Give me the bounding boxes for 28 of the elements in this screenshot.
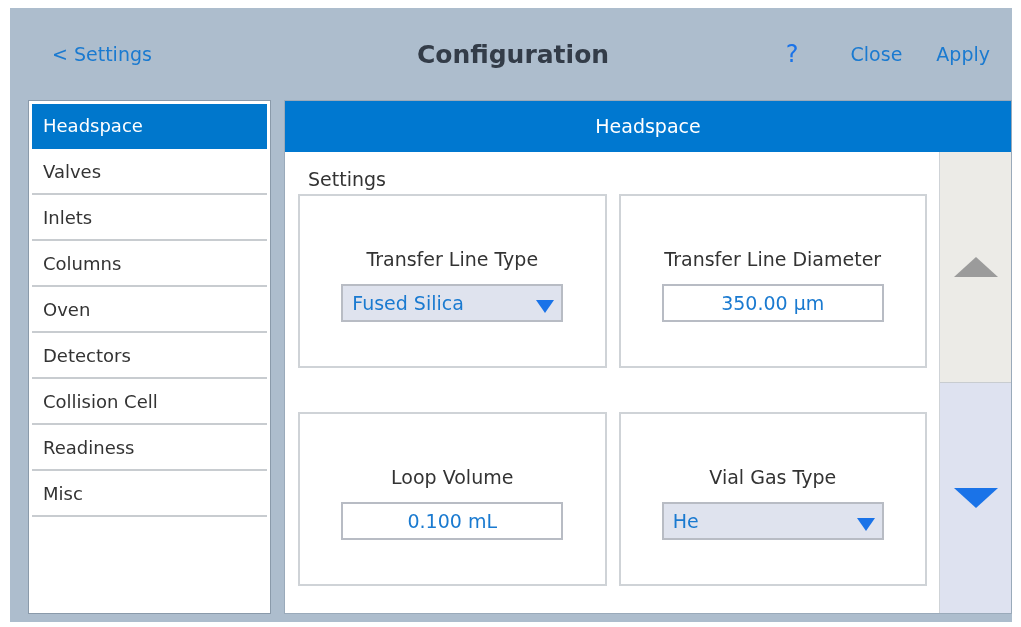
sidebar-item[interactable]: Detectors (32, 334, 267, 379)
sidebar-item[interactable]: Collision Cell (32, 380, 267, 425)
page-title: Configuration (416, 39, 610, 69)
sidebar-item[interactable]: Columns (32, 242, 267, 287)
sidebar-item[interactable]: Readiness (32, 426, 267, 471)
field-label: Transfer Line Diameter (664, 248, 882, 270)
dropdown-value: He (672, 510, 699, 532)
help-button[interactable]: ? (785, 40, 799, 68)
triangle-down-icon (953, 487, 998, 509)
scroll-down-button[interactable] (940, 383, 1011, 613)
sidebar-item[interactable]: Valves (32, 150, 267, 195)
field-label: Vial Gas Type (709, 466, 837, 488)
caret-icon (855, 516, 876, 532)
field-label: Loop Volume (391, 466, 514, 488)
sidebar-item[interactable]: Inlets (32, 196, 267, 241)
input-field[interactable]: 0.100 mL (341, 502, 564, 540)
dropdown[interactable]: He (661, 502, 884, 540)
caret-icon (535, 298, 556, 314)
triangle-up-icon (953, 256, 998, 278)
sidebar-item[interactable]: Oven (32, 288, 267, 333)
dropdown[interactable]: Fused Silica (341, 284, 564, 322)
section-label: Settings (308, 168, 387, 190)
dropdown-value: Fused Silica (352, 292, 464, 314)
field-label: Transfer Line Type (366, 248, 539, 270)
panel-header: Headspace (285, 101, 1011, 152)
input-field[interactable]: 350.00 µm (661, 284, 884, 322)
sidebar-item[interactable]: Headspace (32, 104, 267, 149)
sidebar-item[interactable]: Misc (32, 472, 267, 517)
